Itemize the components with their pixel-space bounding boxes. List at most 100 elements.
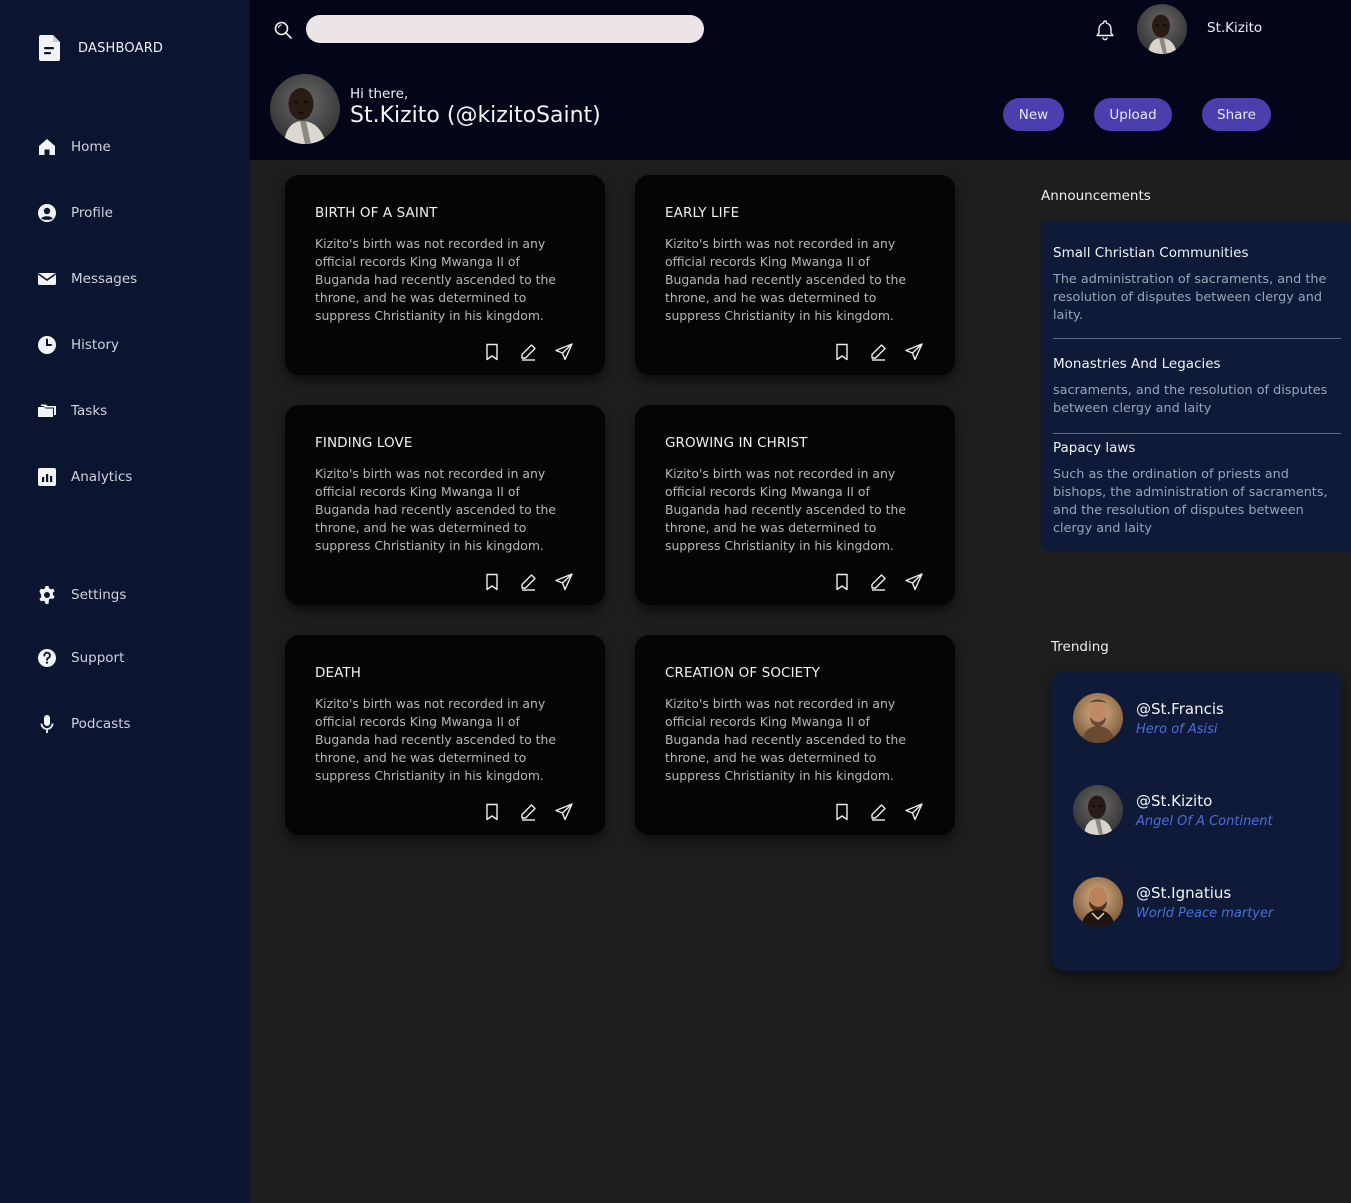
card-actions — [833, 343, 923, 361]
microphone-icon — [40, 715, 54, 733]
edit-icon[interactable] — [519, 573, 537, 591]
trending-heading: Trending — [1051, 639, 1109, 655]
user-name: St.Kizito — [1207, 20, 1263, 36]
st-francis-portrait — [1073, 693, 1123, 743]
announcement-body: Such as the ordination of priests and bi… — [1053, 467, 1328, 536]
card-title: CREATION OF SOCIETY — [665, 665, 820, 681]
sidebar-item-history[interactable]: History — [37, 335, 119, 355]
card-actions — [833, 573, 923, 591]
envelope-icon — [38, 273, 56, 285]
sidebar-item-label: Podcasts — [71, 716, 131, 732]
sidebar-item-analytics[interactable]: Analytics — [37, 467, 132, 487]
sidebar-item-settings[interactable]: Settings — [37, 585, 126, 605]
story-card[interactable]: EARLY LIFE Kizito's birth was not record… — [635, 175, 955, 375]
bookmark-icon[interactable] — [833, 573, 851, 591]
trending-item[interactable]: @St.Kizito Angel Of A Continent — [1073, 785, 1273, 835]
announcement-body: sacraments, and the resolution of disput… — [1053, 383, 1328, 416]
divider — [1053, 433, 1341, 434]
profile-avatar[interactable] — [270, 74, 340, 144]
announcement-item[interactable]: Papacy laws Such as the ordination of pr… — [1053, 440, 1341, 538]
sidebar-item-label: History — [71, 337, 120, 353]
card-body: Kizito's birth was not recorded in any o… — [315, 466, 556, 553]
story-card[interactable]: GROWING IN CHRIST Kizito's birth was not… — [635, 405, 955, 605]
sidebar-item-label: Tasks — [71, 403, 108, 419]
sidebar-item-home[interactable]: Home — [37, 137, 111, 157]
edit-icon[interactable] — [869, 343, 887, 361]
announcement-title: Small Christian Communities — [1053, 245, 1249, 261]
bookmark-icon[interactable] — [483, 573, 501, 591]
bar-chart-icon — [38, 468, 56, 486]
share-button[interactable]: Share — [1202, 98, 1271, 131]
edit-icon[interactable] — [519, 343, 537, 361]
sidebar-item-support[interactable]: Support — [37, 648, 124, 668]
story-card[interactable]: DEATH Kizito's birth was not recorded in… — [285, 635, 605, 835]
bookmark-icon[interactable] — [483, 803, 501, 821]
card-title: GROWING IN CHRIST — [665, 435, 808, 451]
avatar[interactable] — [1137, 4, 1187, 54]
bell-icon[interactable] — [1093, 18, 1117, 42]
bookmark-icon[interactable] — [833, 343, 851, 361]
help-circle-icon — [38, 649, 56, 667]
trending-subtitle: Hero of Asisi — [1136, 721, 1218, 737]
announcement-title: Monastries And Legacies — [1053, 356, 1221, 372]
card-title: FINDING LOVE — [315, 435, 413, 451]
edit-icon[interactable] — [519, 803, 537, 821]
bookmark-icon[interactable] — [483, 343, 501, 361]
sidebar-item-label: Home — [71, 139, 111, 155]
sidebar-item-podcasts[interactable]: Podcasts — [37, 714, 131, 734]
story-card[interactable]: CREATION OF SOCIETY Kizito's birth was n… — [635, 635, 955, 835]
announcement-title: Papacy laws — [1053, 440, 1136, 456]
edit-icon[interactable] — [869, 573, 887, 591]
send-icon[interactable] — [905, 573, 923, 591]
trending-handle: @St.Ignatius — [1136, 883, 1232, 902]
header: St.Kizito Hi there, St.Kizito (@kizitoSa… — [250, 0, 1351, 160]
story-card[interactable]: BIRTH OF A SAINT Kizito's birth was not … — [285, 175, 605, 375]
announcement-item[interactable]: Small Christian Communities The administ… — [1053, 245, 1341, 325]
card-actions — [833, 803, 923, 821]
st-kizito-portrait — [1073, 785, 1123, 835]
home-icon — [39, 139, 55, 155]
announcement-body: The administration of sacraments, and th… — [1053, 272, 1327, 323]
st-kizito-portrait — [270, 74, 340, 144]
document-icon — [39, 35, 60, 61]
sidebar-item-label: Profile — [71, 205, 113, 221]
search-icon[interactable] — [273, 20, 293, 40]
bookmark-icon[interactable] — [833, 803, 851, 821]
avatar — [1073, 785, 1123, 835]
sidebar-item-tasks[interactable]: Tasks — [37, 401, 107, 421]
sidebar-item-label: Support — [71, 650, 125, 666]
search-input[interactable] — [306, 15, 704, 43]
trending-panel: @St.Francis Hero of Asisi @St.Kizito Ang… — [1051, 671, 1342, 971]
trending-item[interactable]: @St.Francis Hero of Asisi — [1073, 693, 1224, 743]
folders-icon — [38, 404, 56, 417]
edit-icon[interactable] — [869, 803, 887, 821]
trending-item[interactable]: @St.Ignatius World Peace martyer — [1073, 877, 1273, 927]
st-ignatius-portrait — [1073, 877, 1123, 927]
send-icon[interactable] — [555, 573, 573, 591]
gear-icon — [39, 586, 55, 604]
announcement-item[interactable]: Monastries And Legacies sacraments, and … — [1053, 356, 1341, 418]
send-icon[interactable] — [905, 343, 923, 361]
card-title: DEATH — [315, 665, 362, 681]
brand[interactable]: DASHBOARD — [38, 34, 163, 62]
sidebar-item-profile[interactable]: Profile — [37, 203, 113, 223]
sidebar-item-label: Messages — [71, 271, 138, 287]
send-icon[interactable] — [905, 803, 923, 821]
card-title: EARLY LIFE — [665, 205, 740, 221]
upload-button[interactable]: Upload — [1094, 98, 1172, 131]
card-body: Kizito's birth was not recorded in any o… — [665, 466, 906, 553]
card-actions — [483, 343, 573, 361]
sidebar: DASHBOARD Home Profile Messages History … — [0, 0, 250, 1203]
card-body: Kizito's birth was not recorded in any o… — [665, 236, 906, 323]
card-body: Kizito's birth was not recorded in any o… — [315, 236, 556, 323]
story-card[interactable]: FINDING LOVE Kizito's birth was not reco… — [285, 405, 605, 605]
new-button[interactable]: New — [1003, 98, 1064, 131]
send-icon[interactable] — [555, 803, 573, 821]
announcements-heading: Announcements — [1041, 188, 1151, 204]
announcements-panel: Small Christian Communities The administ… — [1041, 221, 1351, 551]
send-icon[interactable] — [555, 343, 573, 361]
avatar — [1073, 693, 1123, 743]
sidebar-item-label: Settings — [71, 587, 127, 603]
sidebar-item-messages[interactable]: Messages — [37, 269, 137, 289]
card-body: Kizito's birth was not recorded in any o… — [315, 696, 556, 783]
